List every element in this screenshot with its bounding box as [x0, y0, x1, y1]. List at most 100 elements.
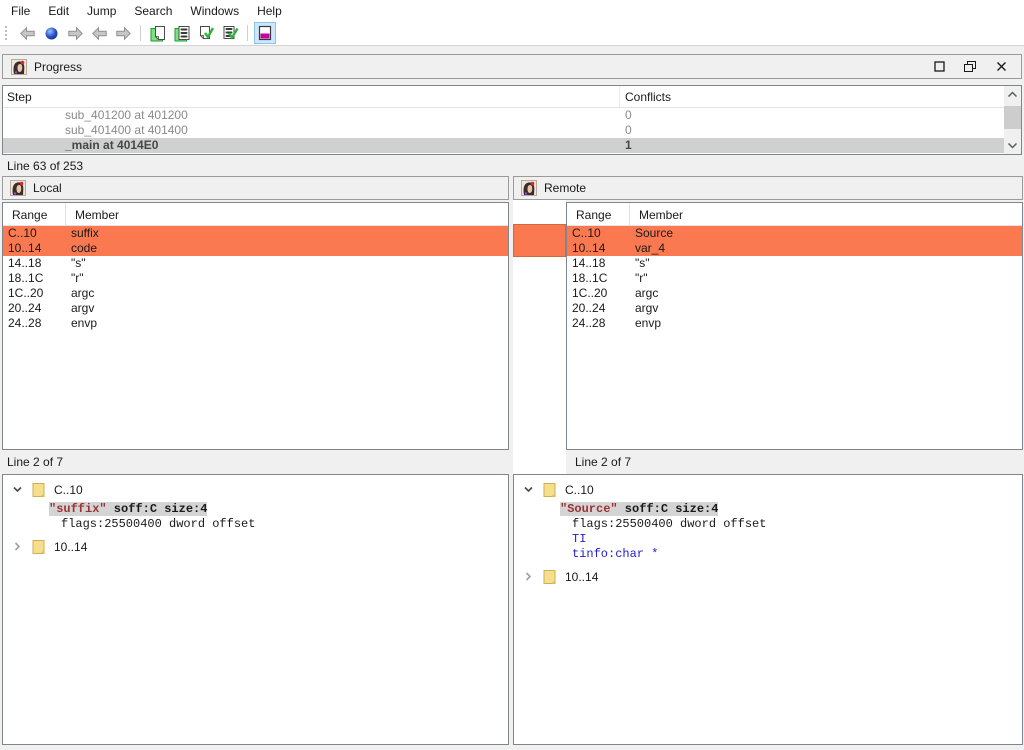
menu-bar: FileEditJumpSearchWindowsHelp — [0, 0, 1024, 21]
member-cell: Source — [630, 226, 673, 241]
member-row[interactable]: 20..24argv — [3, 301, 508, 316]
column-header-member[interactable]: Member — [630, 203, 683, 225]
column-header-range[interactable]: Range — [567, 203, 630, 225]
menu-windows[interactable]: Windows — [181, 1, 248, 21]
member-row[interactable]: 10..14var_4 — [567, 241, 1022, 256]
maximize-button[interactable] — [927, 57, 951, 76]
detail-text: TI — [572, 532, 586, 546]
ida-logo-icon — [10, 180, 26, 196]
range-cell: C..10 — [3, 226, 66, 241]
detail-segment: tinfo:char * — [572, 547, 658, 561]
member-cell: code — [66, 241, 97, 256]
range-cell: 24..28 — [567, 316, 630, 331]
member-cell: argv — [66, 301, 94, 316]
menu-edit[interactable]: Edit — [39, 1, 78, 21]
chevron-right-icon[interactable] — [522, 570, 535, 583]
remote-member-rows: C..10Source10..14var_414..18"s"18..1C"r"… — [567, 226, 1022, 331]
conflicts-cell: 1 — [620, 138, 632, 153]
range-cell: 1C..20 — [3, 286, 66, 301]
member-row[interactable]: 18..1C"r" — [567, 271, 1022, 286]
range-cell: 14..18 — [567, 256, 630, 271]
prev-item-arrow-icon[interactable] — [88, 22, 110, 44]
restore-button[interactable] — [958, 57, 982, 76]
detail-line[interactable]: "suffix" soff:C size:4 — [3, 502, 508, 517]
column-header-step[interactable]: Step — [3, 86, 620, 107]
chevron-down-icon[interactable] — [11, 483, 24, 496]
remote-member-table: Range Member C..10Source10..14var_414..1… — [566, 202, 1023, 450]
detail-line[interactable]: "Source" soff:C size:4 — [514, 502, 1022, 517]
member-row[interactable]: 14..18"s" — [3, 256, 508, 271]
detail-segment: flags:25500400 dword offset — [572, 517, 766, 531]
member-cell: "r" — [630, 271, 648, 286]
detail-line[interactable]: flags:25500400 dword offset — [514, 517, 1022, 532]
diff-map-conflict-marker[interactable] — [513, 224, 566, 257]
list-check-icon[interactable] — [219, 22, 241, 44]
folder-icon — [543, 570, 556, 584]
document-list-icon[interactable] — [171, 22, 193, 44]
scrollbar-down-icon[interactable] — [1004, 137, 1021, 154]
member-row[interactable]: 14..18"s" — [567, 256, 1022, 271]
scrollbar-vertical[interactable] — [1004, 86, 1021, 154]
folder-icon — [32, 483, 45, 497]
member-row[interactable]: 20..24argv — [567, 301, 1022, 316]
tree-node-c-10[interactable]: C..10 — [514, 480, 1022, 499]
column-header-conflicts[interactable]: Conflicts — [620, 86, 671, 107]
split-merge-view-icon[interactable] — [254, 22, 276, 44]
folder-icon — [32, 540, 45, 554]
chevron-right-icon[interactable] — [11, 540, 24, 553]
detail-line[interactable]: flags:25500400 dword offset — [3, 517, 508, 532]
step-cell: sub_401400 at 401400 — [3, 123, 620, 138]
detail-line[interactable]: TI — [514, 532, 1022, 547]
toolbar-grip[interactable] — [4, 26, 8, 41]
member-row[interactable]: 1C..20argc — [567, 286, 1022, 301]
document-icon[interactable] — [147, 22, 169, 44]
member-row[interactable]: C..10suffix — [3, 226, 508, 241]
progress-table-body: Step Conflicts sub_401200 at 4012000sub_… — [3, 86, 1004, 154]
conflicts-cell: 0 — [620, 123, 632, 138]
local-member-rows: C..10suffix10..14code14..18"s"18..1C"r"1… — [3, 226, 508, 331]
member-row[interactable]: 24..28envp — [3, 316, 508, 331]
scrollbar-up-icon[interactable] — [1004, 86, 1021, 103]
next-item-arrow-icon[interactable] — [112, 22, 134, 44]
local-table-header: Range Member — [3, 203, 508, 226]
step-row[interactable]: _main at 4014E01 — [3, 138, 1004, 153]
document-check-icon[interactable] — [195, 22, 217, 44]
detail-segment: "suffix" — [49, 502, 107, 516]
step-row[interactable]: sub_401200 at 4012000 — [3, 108, 1004, 123]
detail-line[interactable]: tinfo:char * — [514, 547, 1022, 562]
range-cell: 1C..20 — [567, 286, 630, 301]
toolbar-separator — [140, 25, 141, 41]
column-header-range[interactable]: Range — [3, 203, 66, 225]
nav-forward-arrow-icon[interactable] — [64, 22, 86, 44]
local-status-bar: Line 2 of 7 — [0, 450, 510, 474]
member-row[interactable]: 24..28envp — [567, 316, 1022, 331]
selected-detail-text: "Source" soff:C size:4 — [560, 502, 718, 516]
chevron-down-icon[interactable] — [522, 483, 535, 496]
progress-rows: sub_401200 at 4012000sub_401400 at 40140… — [3, 108, 1004, 153]
nav-back-arrow-icon[interactable] — [16, 22, 38, 44]
local-pane-title: Local — [33, 181, 62, 195]
member-row[interactable]: 18..1C"r" — [3, 271, 508, 286]
menu-help[interactable]: Help — [248, 1, 291, 21]
tree-node-10-14[interactable]: 10..14 — [3, 537, 508, 556]
tree-node-10-14[interactable]: 10..14 — [514, 567, 1022, 586]
scrollbar-thumb[interactable] — [1004, 106, 1021, 129]
menu-jump[interactable]: Jump — [78, 1, 125, 21]
range-cell: 10..14 — [567, 241, 630, 256]
column-header-member[interactable]: Member — [66, 203, 119, 225]
tree-node-c-10[interactable]: C..10 — [3, 480, 508, 499]
menu-file[interactable]: File — [2, 1, 39, 21]
member-row[interactable]: C..10Source — [567, 226, 1022, 241]
current-position-dot-icon[interactable] — [40, 22, 62, 44]
step-cell: _main at 4014E0 — [3, 138, 620, 153]
member-cell: envp — [66, 316, 97, 331]
member-row[interactable]: 10..14code — [3, 241, 508, 256]
range-cell: C..10 — [567, 226, 630, 241]
member-cell: argv — [630, 301, 658, 316]
close-icon[interactable] — [989, 57, 1013, 76]
menu-search[interactable]: Search — [125, 1, 181, 21]
range-cell: 10..14 — [3, 241, 66, 256]
step-row[interactable]: sub_401400 at 4014000 — [3, 123, 1004, 138]
range-cell: 14..18 — [3, 256, 66, 271]
member-row[interactable]: 1C..20argc — [3, 286, 508, 301]
